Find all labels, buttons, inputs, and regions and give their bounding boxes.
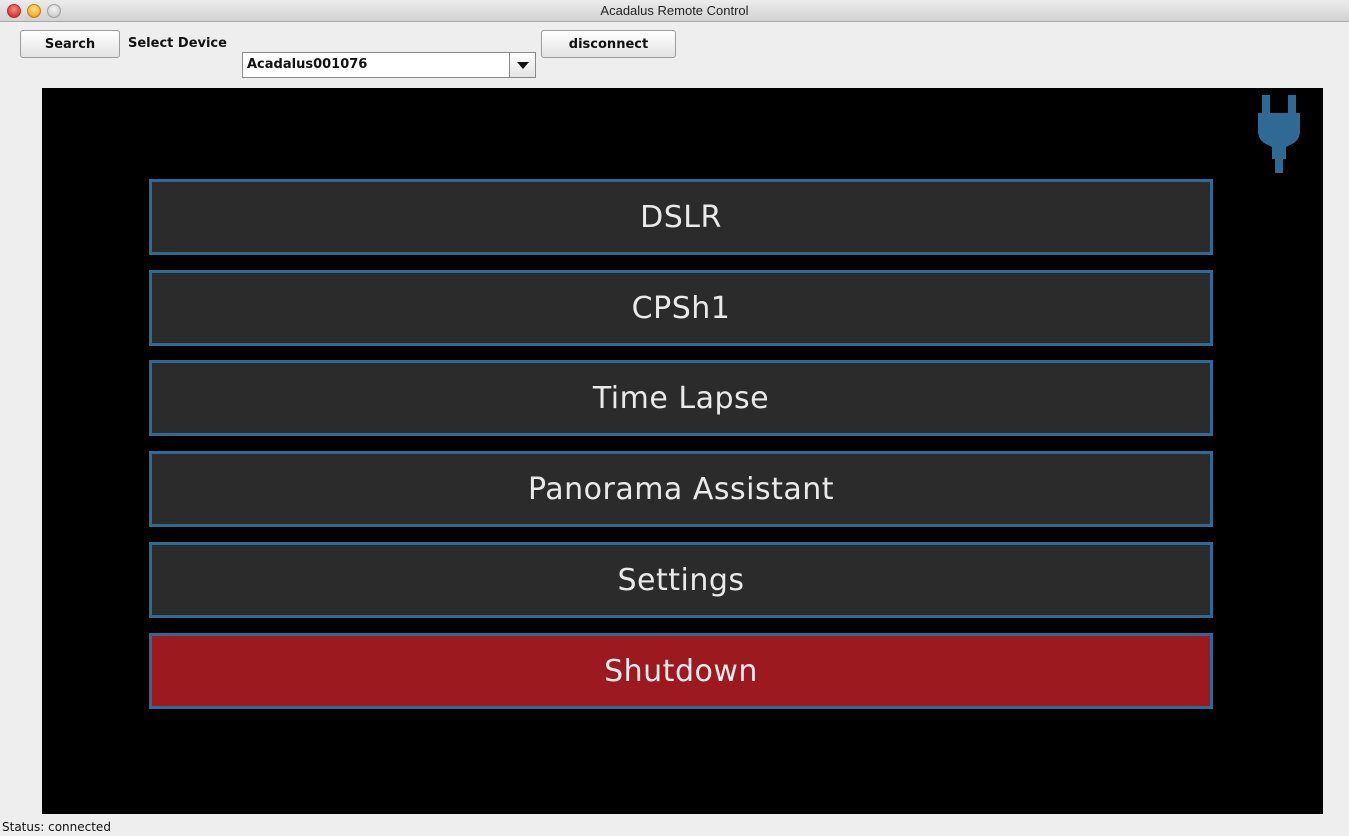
device-select[interactable]: Acadalus001076: [242, 52, 536, 78]
search-button[interactable]: Search: [20, 30, 120, 58]
time-lapse-button[interactable]: Time Lapse: [149, 360, 1213, 436]
plug-icon: [1258, 95, 1300, 173]
disconnect-button[interactable]: disconnect: [541, 30, 676, 58]
app-window: Acadalus Remote Control Search Select De…: [0, 0, 1349, 836]
chevron-down-icon: [516, 61, 529, 69]
cpsh1-button[interactable]: CPSh1: [149, 270, 1213, 346]
remote-screen-panel: DSLR CPSh1 Time Lapse Panorama Assistant…: [42, 88, 1323, 814]
device-select-value: Acadalus001076: [247, 57, 368, 72]
window-title: Acadalus Remote Control: [600, 3, 749, 18]
title-bar[interactable]: Acadalus Remote Control: [0, 0, 1349, 22]
status-text: Status: connected: [2, 820, 111, 834]
dropdown-arrow-button[interactable]: [509, 53, 535, 77]
panorama-assistant-button[interactable]: Panorama Assistant: [149, 451, 1213, 527]
settings-button[interactable]: Settings: [149, 542, 1213, 618]
status-bar: Status: connected: [0, 819, 1349, 836]
dslr-button[interactable]: DSLR: [149, 179, 1213, 255]
shutdown-button[interactable]: Shutdown: [149, 633, 1213, 709]
select-device-label: Select Device: [128, 36, 227, 51]
